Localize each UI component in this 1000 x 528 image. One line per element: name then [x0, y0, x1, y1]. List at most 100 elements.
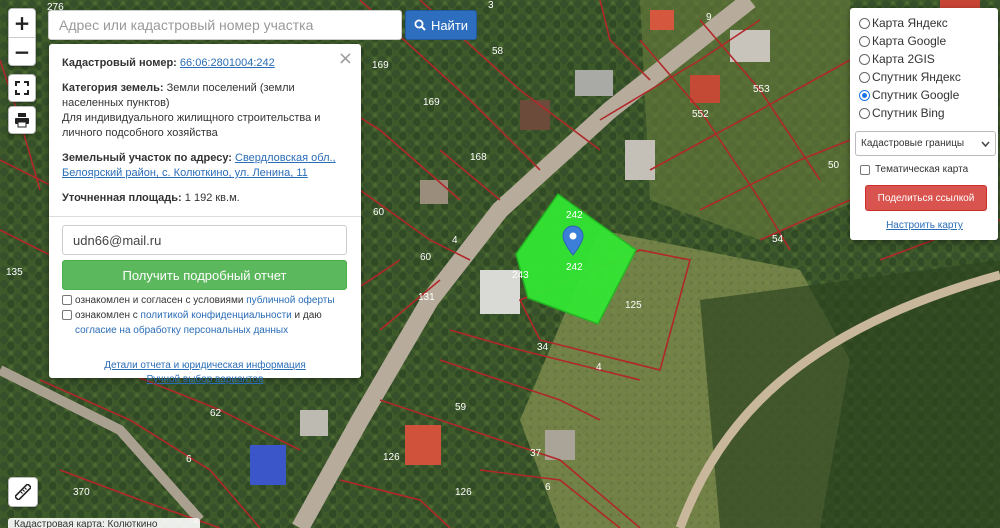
area-value: 1 192 кв.м. [184, 192, 240, 204]
ruler-button[interactable] [8, 477, 38, 507]
offer-agreement: ознакомлен и согласен с условиями публич… [62, 294, 348, 307]
plot-number: 34 [537, 342, 549, 353]
plot-number: 59 [455, 402, 467, 413]
cadastral-number-link[interactable]: 66:06:2801004:242 [180, 57, 275, 69]
layer-radio[interactable] [859, 53, 870, 65]
boundaries-select-value: Кадастровые границы [861, 138, 965, 149]
plot-number: 6 [545, 482, 551, 493]
layer-option[interactable]: Спутник Яндекс [859, 68, 990, 86]
layer-option[interactable]: Карта Google [859, 32, 990, 50]
plot-number: 370 [73, 487, 90, 498]
layer-option-label: Спутник Google [872, 88, 960, 102]
layer-radio[interactable] [859, 107, 870, 119]
search-button-label: Найти [430, 17, 469, 33]
layer-option[interactable]: Карта 2GIS [859, 50, 990, 68]
layer-option-label: Карта Google [872, 34, 947, 48]
layer-radio[interactable] [859, 71, 870, 83]
privacy-text: ознакомлен с политикой конфиденциальност… [75, 310, 322, 321]
plot-number: 50 [828, 160, 840, 171]
plot-number: 9 [706, 12, 712, 23]
plot-number: 62 [210, 408, 222, 419]
layer-option[interactable]: Спутник Google [859, 86, 990, 104]
layer-option-label: Спутник Bing [872, 106, 945, 120]
layer-option-label: Спутник Яндекс [872, 70, 961, 84]
offer-text: ознакомлен и согласен с условиями публич… [75, 295, 335, 306]
close-icon[interactable]: × [338, 50, 353, 68]
area-label: Уточненная площадь: [62, 192, 182, 204]
layer-option[interactable]: Карта Яндекс [859, 14, 990, 32]
bottom-status-bar: Кадастровая карта: Колюткино [8, 518, 200, 528]
plot-number: 168 [470, 152, 487, 163]
address-label: Земельный участок по адресу: [62, 152, 232, 164]
privacy-link[interactable]: политикой конфиденциальности [141, 310, 292, 321]
consent-line: согласие на обработку персональных данны… [62, 324, 348, 337]
info-links: Детали отчета и юридическая информация Р… [62, 359, 348, 387]
thematic-label: Тематическая карта [875, 164, 969, 175]
zoom-out-button[interactable]: − [9, 37, 35, 65]
fullscreen-button[interactable] [8, 74, 36, 102]
cadastral-label: Кадастровый номер: [62, 57, 177, 69]
thematic-map-toggle: Тематическая карта [860, 164, 990, 175]
address-row: Земельный участок по адресу: Свердловска… [62, 151, 348, 181]
plot-number: 4 [452, 235, 458, 246]
plot-number: 60 [373, 207, 385, 218]
search-button[interactable]: Найти [405, 10, 477, 40]
privacy-checkbox[interactable] [62, 310, 72, 320]
plot-number: 242 [566, 210, 583, 221]
plot-number: 60 [420, 252, 432, 263]
get-report-button[interactable]: Получить подробный отчет [62, 260, 347, 290]
configure-map-link[interactable]: Настроить карту [859, 220, 990, 231]
plot-number: 54 [772, 234, 784, 245]
expand-icon [15, 81, 29, 95]
thematic-checkbox[interactable] [860, 164, 870, 175]
print-icon [15, 113, 29, 128]
plot-number: 552 [692, 109, 709, 120]
consent-link[interactable]: согласие на обработку персональных данны… [75, 324, 288, 337]
plot-number: 553 [753, 84, 770, 95]
zoom-in-button[interactable]: + [9, 9, 35, 37]
category-row: Категория земель: Земли поселений (земли… [62, 81, 348, 141]
usage-value: Для индивидуального жилищного строительс… [62, 112, 321, 139]
plot-number: 242 [566, 262, 583, 273]
plot-number: 6 [186, 454, 192, 465]
plot-number: 169 [372, 60, 389, 71]
details-link[interactable]: Детали отчета и юридическая информация [62, 359, 348, 373]
plot-number: 135 [6, 267, 23, 278]
boundaries-select[interactable]: Кадастровые границы [855, 131, 996, 156]
plot-number: 3 [488, 0, 494, 11]
layer-option[interactable]: Спутник Bing [859, 104, 990, 122]
layer-radio[interactable] [859, 35, 870, 47]
ruler-icon [15, 484, 31, 500]
manual-select-link[interactable]: Ручной выбор вариантов [62, 373, 348, 387]
plot-number: 126 [455, 487, 472, 498]
print-button[interactable] [8, 106, 36, 134]
chevron-down-icon [981, 141, 990, 147]
layer-panel: Карта Яндекс Карта Google Карта 2GIS Спутни… [850, 8, 998, 240]
layer-radio[interactable] [859, 17, 870, 29]
plot-info-panel: × Кадастровый номер: 66:06:2801004:242 К… [49, 44, 361, 385]
plot-number: 4 [596, 362, 602, 373]
plot-number: 131 [418, 292, 435, 303]
layer-options: Карта Яндекс Карта Google Карта 2GIS Спутни… [859, 14, 990, 122]
offer-checkbox[interactable] [62, 295, 72, 305]
plot-number: 169 [423, 97, 440, 108]
plot-number: 243 [512, 270, 529, 281]
plot-number: 58 [492, 46, 504, 57]
area-row: Уточненная площадь: 1 192 кв.м. [62, 191, 348, 206]
offer-link[interactable]: публичной оферты [246, 295, 334, 306]
layer-radio[interactable] [859, 89, 870, 101]
forest-area [700, 260, 1000, 528]
plot-number: 126 [383, 452, 400, 463]
zoom-control: + − [8, 8, 36, 66]
cadastral-row: Кадастровый номер: 66:06:2801004:242 [62, 56, 348, 71]
divider [49, 216, 361, 217]
search-icon [414, 19, 426, 31]
share-link-button[interactable]: Поделиться ссылкой [865, 185, 987, 211]
category-label: Категория земель: [62, 82, 164, 94]
plot-number: 125 [625, 300, 642, 311]
search-input[interactable] [48, 10, 402, 40]
email-field[interactable] [62, 225, 347, 255]
plot-number: 37 [530, 448, 542, 459]
layer-option-label: Карта Яндекс [872, 16, 948, 30]
layer-option-label: Карта 2GIS [872, 52, 935, 66]
